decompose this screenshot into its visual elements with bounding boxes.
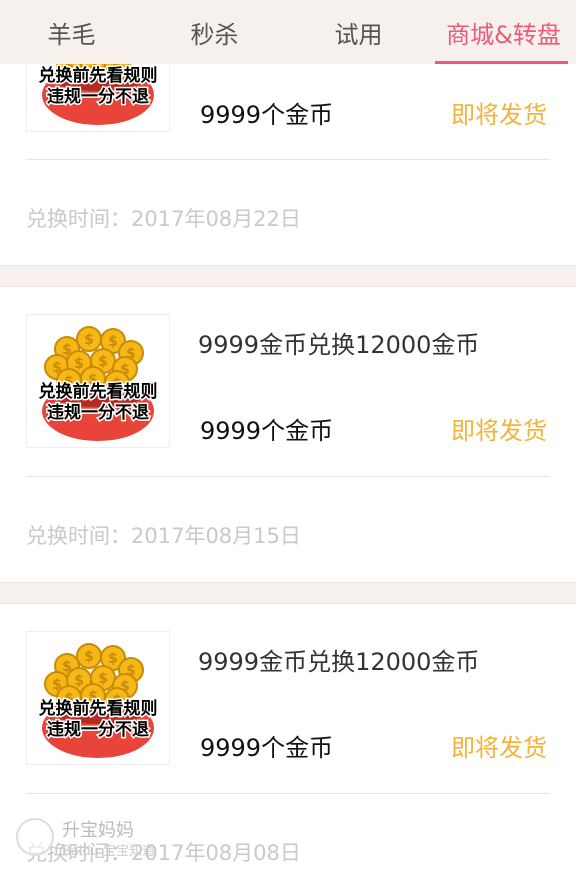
thumbnail-rule-line1: 兑换前先看规则 xyxy=(39,65,158,86)
gold-coins-bag-icon: $$$$$$$$$$$兑换前先看规则违规一分不退 xyxy=(37,326,159,441)
thumbnail-rule-line2: 违规一分不退 xyxy=(47,719,149,740)
product-thumbnail: $$$$$$$$$$$兑换前先看规则违规一分不退 xyxy=(26,631,170,765)
watermark-line2: Baidu 宝宝知道 xyxy=(62,844,156,859)
svg-text:$: $ xyxy=(108,651,118,667)
active-tab-indicator xyxy=(435,61,568,64)
svg-text:$: $ xyxy=(108,334,118,350)
tab-label: 试用 xyxy=(334,20,383,49)
svg-text:$: $ xyxy=(74,356,84,372)
section-gap xyxy=(0,265,576,287)
order-price: 9999个金币 xyxy=(200,734,334,762)
svg-text:$: $ xyxy=(98,671,108,687)
order-title: 9999金币兑换12000金币 xyxy=(198,331,480,359)
order-status: 即将发货 xyxy=(451,101,547,129)
divider xyxy=(26,793,550,794)
gold-coins-bag-icon: $$$$$$$$$$$兑换前先看规则违规一分不退 xyxy=(37,643,159,758)
exchange-time: 兑换时间：2017年08月22日 xyxy=(26,207,301,231)
tab-miaosha[interactable]: 秒杀 xyxy=(143,0,286,64)
divider xyxy=(26,159,550,160)
product-thumbnail: $$$$$$$$$$$兑换前先看规则违规一分不退 xyxy=(26,314,170,448)
watermark-line1: 升宝妈妈 xyxy=(62,820,134,841)
tab-label: 商城&转盘 xyxy=(446,20,561,49)
order-status: 即将发货 xyxy=(451,417,547,445)
exchange-time: 兑换时间：2017年08月15日 xyxy=(26,524,301,548)
order-price: 9999个金币 xyxy=(200,417,334,445)
order-price: 9999个金币 xyxy=(200,101,334,129)
tab-bar: 羊毛 秒杀 试用 商城&转盘 xyxy=(0,0,576,64)
tab-shiyong[interactable]: 试用 xyxy=(286,0,431,64)
divider xyxy=(26,476,550,477)
svg-text:$: $ xyxy=(98,354,108,370)
section-gap xyxy=(0,582,576,604)
svg-text:$: $ xyxy=(84,649,94,665)
tab-shop-wheel[interactable]: 商城&转盘 xyxy=(431,0,576,64)
tab-label: 羊毛 xyxy=(47,20,96,49)
watermark: 升宝妈妈 Baidu 宝宝知道 xyxy=(16,814,196,860)
order-card[interactable]: $ $ $ $ $ $ $ $ $ $ $ 兑换前先看规则 违规一分不退 9999金币兑换12000金币… xyxy=(0,287,576,582)
thumbnail-rule-line2: 违规一分不退 xyxy=(47,402,149,423)
thumbnail-rule-line1: 兑换前先看规则 xyxy=(39,698,158,719)
tab-yangmao[interactable]: 羊毛 xyxy=(0,0,143,64)
svg-text:$: $ xyxy=(74,673,84,689)
svg-text:$: $ xyxy=(84,332,94,348)
thumbnail-rule-line1: 兑换前先看规则 xyxy=(39,381,158,402)
order-title: 9999金币兑换12000金币 xyxy=(198,648,480,676)
tab-label: 秒杀 xyxy=(190,20,239,49)
order-status: 即将发货 xyxy=(451,734,547,762)
baby-face-icon xyxy=(16,818,54,856)
thumbnail-rule-line2: 违规一分不退 xyxy=(47,86,149,107)
